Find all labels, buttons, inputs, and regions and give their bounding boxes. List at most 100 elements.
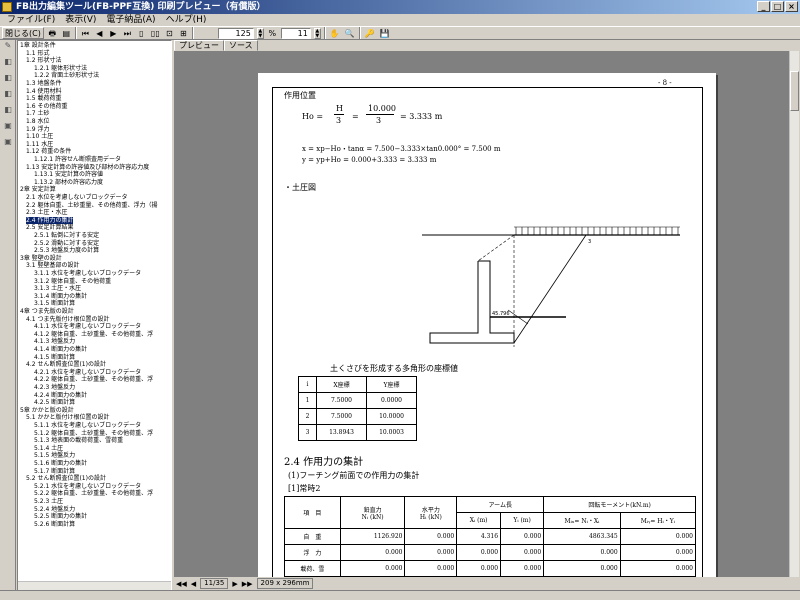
pen-icon[interactable]: ✎: [2, 40, 14, 52]
menu-view[interactable]: 表示(V): [60, 14, 101, 26]
tree-item[interactable]: 4.1.5 断面計算: [34, 354, 75, 361]
tree-item[interactable]: 2.5.1 転倒に対する安定: [34, 232, 99, 239]
fit-page-icon[interactable]: ⊞: [178, 27, 189, 39]
tree-item[interactable]: 5.2.5 断面力の集計: [34, 513, 87, 520]
tool-icon[interactable]: ◧: [2, 104, 14, 116]
print-setup-icon[interactable]: ▤: [61, 27, 72, 39]
tree-item[interactable]: 5.1.6 断面力の集計: [34, 460, 87, 467]
zoom-spinner[interactable]: ▲ ▼: [256, 27, 264, 39]
tool-icon[interactable]: ◧: [2, 72, 14, 84]
tree-item[interactable]: 4.2.1 水位を考慮しないブロックデータ: [34, 369, 141, 376]
tree-item[interactable]: 3.1.3 土圧・水圧: [34, 285, 81, 292]
tree-item[interactable]: 3.1 竪壁基部の設計: [26, 262, 79, 269]
tree-item[interactable]: 1.2 形状寸法: [26, 57, 61, 64]
tree-item[interactable]: 4.2 せん断照査位置(1)の設計: [26, 361, 106, 368]
zoom-tool-icon[interactable]: 🔍: [344, 27, 356, 39]
tree-item[interactable]: 1.2.1 躯体形状寸法: [34, 65, 87, 72]
preview-area[interactable]: - 8 - 作用位置 Ho = H 3 = 10.000 3 = 3.333 m…: [174, 51, 789, 577]
menu-help[interactable]: ヘルプ(H): [161, 14, 212, 26]
nav-last-icon[interactable]: ▶▶: [242, 580, 253, 588]
nav-prev-icon[interactable]: ◀: [191, 580, 196, 588]
page-spinner[interactable]: ▲ ▼: [313, 27, 321, 39]
zoom-input[interactable]: 125: [217, 27, 254, 39]
tree-horizontal-scrollbar[interactable]: [18, 581, 171, 590]
tree-item[interactable]: 2.5 安定計算結果: [26, 224, 73, 231]
tree-item[interactable]: 2.5.2 滑動に対する安定: [34, 240, 99, 247]
tree-item[interactable]: 4.2.4 断面力の集計: [34, 392, 87, 399]
prev-page-icon[interactable]: ◀: [94, 27, 105, 39]
tree-item[interactable]: 1.10 土圧: [26, 133, 53, 140]
maximize-button[interactable]: □: [771, 1, 784, 12]
tree-item[interactable]: 5.2.3 土圧: [34, 498, 63, 505]
tree-item[interactable]: 3.1.1 水位を考慮しないブロックデータ: [34, 270, 141, 277]
tree-item[interactable]: 1.11 水圧: [26, 141, 53, 148]
tree-item[interactable]: 5.1.7 断面計算: [34, 468, 75, 475]
save-icon[interactable]: 💾: [379, 27, 391, 39]
tree-item[interactable]: 1.12.1 許容せん断照査用データ: [34, 156, 121, 163]
image-icon[interactable]: ▣: [2, 136, 14, 148]
preview-vertical-scrollbar[interactable]: [789, 51, 799, 577]
tree-item[interactable]: 1.13.1 安定計算の許容値: [34, 171, 103, 178]
tree-item[interactable]: 1.1 形式: [26, 50, 49, 57]
single-page-icon[interactable]: ▯: [136, 27, 147, 39]
last-page-icon[interactable]: ⏭: [122, 27, 133, 39]
two-page-icon[interactable]: ▯▯: [150, 27, 161, 39]
tree-item[interactable]: 5章 かかと版の設計: [20, 407, 74, 414]
tree-item[interactable]: 5.2.2 躯体自重、土砂重量、その他荷重、浮: [34, 490, 153, 497]
close-button[interactable]: 閉じる(C): [2, 27, 44, 39]
tab-preview[interactable]: プレビュー: [174, 40, 224, 51]
close-window-button[interactable]: ×: [785, 1, 798, 12]
tree-item[interactable]: 1.3 地盤条件: [26, 80, 61, 87]
tree-item[interactable]: 5.1.3 地表面の載荷荷重、雪荷重: [34, 437, 123, 444]
tree-item[interactable]: 4.1.1 水位を考慮しないブロックデータ: [34, 323, 141, 330]
tree-item[interactable]: 4章 つま先版の設計: [20, 308, 74, 315]
tree-item[interactable]: 2章 安定計算: [20, 186, 56, 193]
nav-next-icon[interactable]: ▶: [232, 580, 237, 588]
outline-tree[interactable]: 5.2.6 断面計算 5.2.5 断面力の集計 5.2.4 地盤反力 5.2.3 土圧…: [17, 40, 172, 591]
tree-item[interactable]: 2.3 土圧・水圧: [26, 209, 67, 216]
tool-icon[interactable]: ◧: [2, 88, 14, 100]
tree-item[interactable]: 1.4 使用材料: [26, 88, 61, 95]
tree-item[interactable]: 4.2.3 地盤反力: [34, 384, 75, 391]
next-page-icon[interactable]: ▶: [108, 27, 119, 39]
menu-electronic-delivery[interactable]: 電子納品(A): [101, 14, 160, 26]
tree-item[interactable]: 5.2 せん断照査位置(1)の設計: [26, 475, 106, 482]
tree-item[interactable]: 5.1.2 躯体自重、土砂重量、その他荷重、浮: [34, 430, 153, 437]
tree-item[interactable]: 1.13 安定計算の許容値及び部材の許容応力度: [26, 164, 149, 171]
page-width-icon[interactable]: ⊡: [164, 27, 175, 39]
tree-item[interactable]: 4.1 つま先版付け根位置の設計: [26, 316, 109, 323]
tree-item[interactable]: 1.6 その他荷重: [26, 103, 67, 110]
image-icon[interactable]: ▣: [2, 120, 14, 132]
tree-item[interactable]: 3.1.2 躯体自重、その他荷重: [34, 278, 111, 285]
tree-item[interactable]: 5.1.1 水位を考慮しないブロックデータ: [34, 422, 141, 429]
tree-item[interactable]: 3.1.4 断面力の集計: [34, 293, 87, 300]
tool-icon[interactable]: ◧: [2, 56, 14, 68]
tab-source[interactable]: ソース: [224, 40, 258, 51]
menu-file[interactable]: ファイル(F): [2, 14, 60, 26]
tree-item[interactable]: 5.1 かかと版付け根位置の設計: [26, 414, 109, 421]
tree-item[interactable]: 2.2 躯体自重、土砂重量、その他荷重、浮力（揚: [26, 202, 157, 209]
tree-item[interactable]: 1.12 荷重の条件: [26, 148, 71, 155]
tree-item[interactable]: 3章 竪壁の設計: [20, 255, 62, 262]
tree-item[interactable]: 1.8 水位: [26, 118, 49, 125]
tree-item[interactable]: 5.2.1 水位を考慮しないブロックデータ: [34, 483, 141, 490]
tree-item[interactable]: 2.5.3 地盤反力度の計算: [34, 247, 99, 254]
tree-item[interactable]: 4.1.2 躯体自重、土砂重量、その他荷重、浮: [34, 331, 153, 338]
tree-item[interactable]: 1.2.2 背面土砂形状寸法: [34, 72, 99, 79]
page-input[interactable]: 11: [280, 27, 311, 39]
find-icon[interactable]: 🔑: [364, 27, 376, 39]
tree-item[interactable]: 5.2.6 断面計算: [34, 521, 75, 528]
tree-item[interactable]: 3.1.5 断面計算: [34, 300, 75, 307]
tree-item[interactable]: 5.2.4 地盤反力: [34, 506, 75, 513]
tree-item[interactable]: 1.13.2 部材の許容応力度: [34, 179, 103, 186]
tree-item[interactable]: 2.1 水位を考慮しないブロックデータ: [26, 194, 127, 201]
tree-item[interactable]: 4.2.2 躯体自重、土砂重量、その他荷重、浮: [34, 376, 153, 383]
tree-item[interactable]: 4.1.3 地盤反力: [34, 338, 75, 345]
first-page-icon[interactable]: ⏮: [80, 27, 91, 39]
hand-tool-icon[interactable]: ✋: [329, 27, 341, 39]
tree-item[interactable]: 4.1.4 断面力の集計: [34, 346, 87, 353]
nav-first-icon[interactable]: ◀◀: [176, 580, 187, 588]
tree-item[interactable]: 5.1.5 地盤反力: [34, 452, 75, 459]
zoom-icon[interactable]: %: [267, 27, 278, 39]
tree-item[interactable]: 2.4 作用力の集計: [26, 216, 74, 224]
